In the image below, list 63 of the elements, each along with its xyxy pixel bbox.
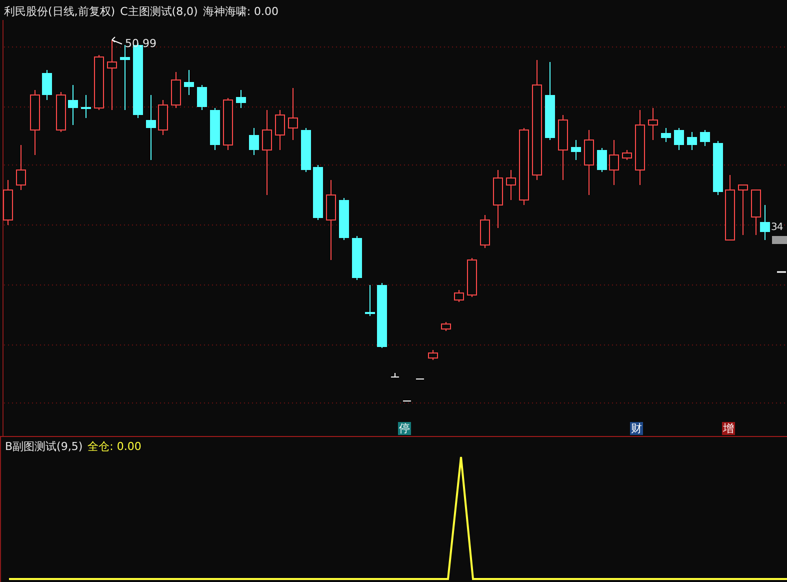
candlestick [288,88,298,140]
candlestick [365,284,375,316]
candlestick [210,108,220,150]
candlestick [42,70,52,100]
candlestick [648,108,658,140]
candlestick [506,170,516,200]
candlestick [94,54,104,110]
candlestick [377,282,387,348]
price-tick [777,271,786,273]
candlestick [313,164,323,220]
candlestick [223,98,233,150]
candlestick [493,170,503,228]
candlestick [68,84,78,126]
candlestick [171,72,181,108]
candlestick [158,100,168,136]
candlestick [236,90,246,108]
signal-tag: 停 [398,422,411,435]
indicator-value: 海神海啸: 0.00 [202,4,279,19]
signal-tag: 财 [630,422,643,435]
candlestick [301,128,311,172]
candlestick [760,204,770,240]
candlestick [275,110,285,150]
candlestick [56,92,66,132]
candlestick [428,350,438,360]
candlestick [467,258,477,298]
candlestick [339,198,349,240]
pointer-icon [112,36,122,44]
candlestick [16,144,26,190]
limit-down-marks [390,372,424,402]
candlestick [597,148,607,172]
candlestick [713,140,723,196]
candlestick [622,150,632,160]
candlestick [249,128,259,156]
candlestick [609,140,619,186]
candlestick [571,140,581,160]
candlestick [480,214,490,248]
candlestick [454,290,464,302]
candlestick [674,128,684,150]
candlestick [687,132,697,150]
candlestick [661,128,671,142]
candlestick [197,84,207,110]
position-value: 全仓: 0.00 [88,439,142,454]
indicator-name: C主图测试(8,0) [120,4,198,19]
candlestick [30,90,40,156]
price-marker [772,236,787,244]
candlestick [441,322,451,332]
candlestick [352,236,362,280]
candlestick [3,180,13,226]
sub-indicator-name: B副图测试(9,5) [5,439,83,454]
candlestick [738,184,748,236]
candlestick [184,70,194,96]
price-label: 34 [771,222,783,233]
candlestick [700,130,710,146]
stock-title: 利民股份(日线,前复权) [4,4,116,19]
candlestick [584,130,594,196]
candlestick [81,94,91,118]
candlestick [146,94,156,160]
high-price-label: 50.99 [125,37,156,50]
candlestick [558,114,568,180]
candlestick [107,40,117,110]
signal-tag: 增 [722,422,735,435]
candlestick [751,190,761,236]
candlestick [725,174,735,240]
